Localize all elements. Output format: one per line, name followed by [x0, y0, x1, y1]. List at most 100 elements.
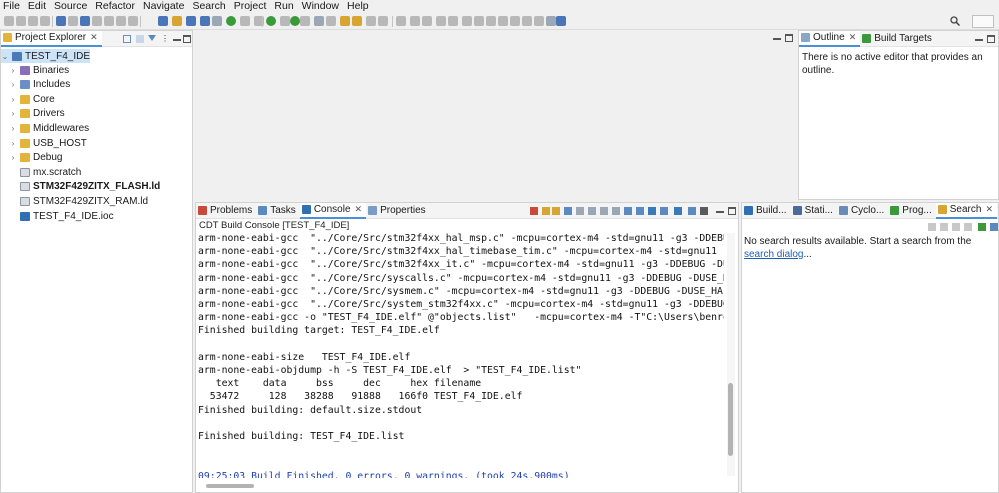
- toolbar-button-icon-18[interactable]: [240, 16, 250, 26]
- expand-arrow-icon[interactable]: ›: [9, 109, 17, 118]
- console-dropdown-icon[interactable]: [674, 207, 682, 215]
- view-menu-icon[interactable]: ⋮: [161, 35, 169, 43]
- toolbar-button-icon-32[interactable]: [422, 16, 432, 26]
- console-maximize-icon[interactable]: [728, 207, 736, 215]
- search-toolbar-icon-2[interactable]: [940, 223, 948, 231]
- toolbar-button-icon-22[interactable]: [290, 16, 300, 26]
- toolbar-button-icon-42[interactable]: [546, 16, 556, 26]
- tab-search[interactable]: Search ✕: [935, 203, 997, 219]
- menu-item-source[interactable]: Source: [51, 0, 92, 13]
- expanded-arrow-icon[interactable]: ⌄: [1, 52, 9, 61]
- tree-item-middlewares[interactable]: › Middlewares: [9, 121, 89, 135]
- expand-arrow-icon[interactable]: ›: [9, 139, 17, 148]
- tree-item-debug[interactable]: › Debug: [9, 151, 63, 165]
- open-console-icon[interactable]: [648, 207, 656, 215]
- tree-item-binaries[interactable]: › Binaries: [9, 63, 69, 77]
- close-icon[interactable]: ✕: [355, 204, 363, 215]
- expand-arrow-icon[interactable]: ›: [9, 95, 17, 104]
- quick-search-icon[interactable]: [950, 16, 961, 27]
- tab-outline[interactable]: Outline ✕: [799, 31, 861, 47]
- toolbar-button-icon-27[interactable]: [352, 16, 362, 26]
- toolbar-button-icon-10[interactable]: [116, 16, 126, 26]
- outline-maximize-icon[interactable]: [987, 35, 995, 43]
- show-on-output-icon[interactable]: [576, 207, 584, 215]
- toolbar-button-icon-37[interactable]: [486, 16, 496, 26]
- toolbar-button-icon-40[interactable]: [522, 16, 532, 26]
- toolbar-button-icon-15[interactable]: [200, 16, 210, 26]
- scroll-lock-up-icon[interactable]: [552, 207, 560, 215]
- menu-item-file[interactable]: File: [0, 0, 25, 13]
- toolbar-button-icon-25[interactable]: [326, 16, 336, 26]
- tree-item-usb-host[interactable]: › USB_HOST: [9, 136, 87, 150]
- toolbar-button-icon-2[interactable]: [16, 16, 26, 26]
- menu-item-window[interactable]: Window: [299, 0, 344, 13]
- link-editor-icon[interactable]: [136, 35, 144, 43]
- expand-arrow-icon[interactable]: ›: [9, 124, 17, 133]
- scroll-lock-down-icon[interactable]: [542, 207, 550, 215]
- expand-arrow-icon[interactable]: ›: [9, 66, 17, 75]
- minimize-icon[interactable]: [173, 35, 181, 41]
- tree-item-core[interactable]: › Core: [9, 92, 55, 106]
- editor-maximize-icon[interactable]: [785, 34, 793, 42]
- toolbar-button-icon-11[interactable]: [128, 16, 138, 26]
- filter-icon[interactable]: [148, 35, 156, 41]
- toolbar-button-icon-35[interactable]: [462, 16, 472, 26]
- tab-properties[interactable]: Properties: [366, 203, 430, 219]
- expand-arrow-icon[interactable]: ›: [9, 153, 17, 162]
- show-on-error-icon[interactable]: [588, 207, 596, 215]
- perspective-switcher-icon[interactable]: [972, 15, 994, 28]
- toolbar-button-icon-38[interactable]: [498, 16, 508, 26]
- tab-build-analyzer[interactable]: Build...: [742, 203, 791, 219]
- tree-item-test-f4-ide-ioc[interactable]: TEST_F4_IDE.ioc: [9, 209, 114, 223]
- collapse-all-icon[interactable]: [123, 35, 131, 43]
- expand-arrow-icon[interactable]: ›: [9, 80, 17, 89]
- tree-item-stm32f429zitx-flash-ld[interactable]: STM32F429ZITX_FLASH.ld: [9, 180, 160, 194]
- search-toolbar-icon-4[interactable]: [964, 223, 972, 231]
- toolbar-button-icon-3[interactable]: [28, 16, 38, 26]
- toolbar-button-icon-26[interactable]: [340, 16, 350, 26]
- toolbar-button-icon-8[interactable]: [92, 16, 102, 26]
- search-toolbar-icon-1[interactable]: [928, 223, 936, 231]
- tree-item-includes[interactable]: › Includes: [9, 78, 71, 92]
- toolbar-button-icon-41[interactable]: [534, 16, 544, 26]
- toolbar-button-icon-7[interactable]: [80, 16, 90, 26]
- tab-problems[interactable]: Problems: [196, 203, 256, 219]
- toolbar-button-icon-16[interactable]: [212, 16, 222, 26]
- toolbar-button-icon-1[interactable]: [4, 16, 14, 26]
- display-selected-console-icon[interactable]: [636, 207, 644, 215]
- close-icon[interactable]: ✕: [90, 32, 98, 43]
- menu-item-search[interactable]: Search: [189, 0, 230, 13]
- toolbar-button-icon-28[interactable]: [366, 16, 376, 26]
- toolbar-button-icon-33[interactable]: [436, 16, 446, 26]
- menu-item-navigate[interactable]: Navigate: [140, 0, 189, 13]
- menu-item-edit[interactable]: Edit: [25, 0, 51, 13]
- tree-item-drivers[interactable]: › Drivers: [9, 107, 65, 121]
- search-dialog-link[interactable]: search dialog: [744, 249, 803, 260]
- tab-static-stack[interactable]: Stati...: [791, 203, 837, 219]
- outline-minimize-icon[interactable]: [975, 35, 983, 41]
- console-output[interactable]: arm-none-eabi-gcc "../Core/Src/stm32f4xx…: [198, 232, 724, 478]
- tree-item-mx-scratch[interactable]: mx.scratch: [9, 165, 81, 179]
- clear-console-icon[interactable]: [600, 207, 608, 215]
- tab-build-targets[interactable]: Build Targets: [860, 31, 936, 47]
- toolbar-button-icon-9[interactable]: [104, 16, 114, 26]
- tab-console[interactable]: Console ✕: [299, 203, 367, 219]
- console-minimize-icon[interactable]: [716, 207, 724, 213]
- view-menu-icon[interactable]: [700, 207, 708, 215]
- toolbar-button-icon-23[interactable]: [300, 16, 310, 26]
- toolbar-button-icon-24[interactable]: [314, 16, 324, 26]
- horizontal-scroll-thumb[interactable]: [206, 484, 254, 488]
- tab-progress[interactable]: Prog...: [888, 203, 935, 219]
- toolbar-button-icon-20[interactable]: [266, 16, 276, 26]
- toolbar-button-icon-29[interactable]: [378, 16, 388, 26]
- toolbar-button-icon-30[interactable]: [396, 16, 406, 26]
- project-root[interactable]: ⌄ TEST_F4_IDE: [1, 49, 91, 63]
- toolbar-button-icon-14[interactable]: [186, 16, 196, 26]
- toolbar-button-icon-36[interactable]: [474, 16, 484, 26]
- word-wrap-icon[interactable]: [564, 207, 572, 215]
- toolbar-button-icon-4[interactable]: [40, 16, 50, 26]
- terminate-icon[interactable]: [530, 207, 538, 215]
- tree-item-stm32f429zitx-ram-ld[interactable]: STM32F429ZITX_RAM.ld: [9, 194, 148, 208]
- pin-console-icon[interactable]: [624, 207, 632, 215]
- search-history-icon[interactable]: [978, 223, 986, 231]
